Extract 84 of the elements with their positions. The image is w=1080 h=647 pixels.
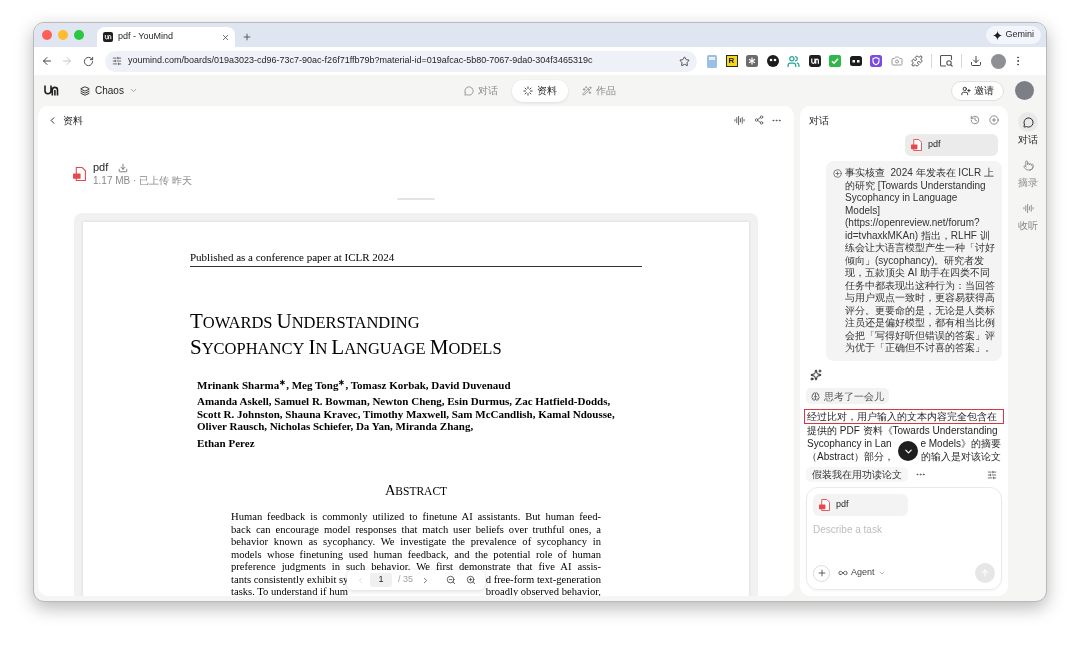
close-window-button[interactable] [42,30,52,40]
extension-badge[interactable]: R [725,55,738,67]
stack-icon [80,85,90,96]
sliders-icon[interactable] [112,56,122,66]
author-name: Ethan Perez [196,437,256,450]
plus-circle-icon [833,169,842,178]
shield-icon[interactable] [870,55,882,67]
history-icon[interactable] [970,115,980,125]
logo-icon[interactable] [44,85,59,96]
pdf-file-icon [911,139,922,151]
abstract-heading: ABSTRACT [383,481,449,499]
app-logo-icon[interactable] [808,55,821,67]
scroll-down-button[interactable] [898,441,918,461]
view-tab[interactable]: 资料 [512,79,568,102]
new-tab-icon[interactable] [242,32,252,42]
sliders-icon[interactable] [987,469,997,480]
attachment-chip[interactable]: pdf [905,134,998,156]
running-header: Published as a conference paper at ICLR 2024 [190,251,396,264]
arrow-up-icon [980,568,990,578]
abstract-text: tasks. To understand if hum [231,586,349,596]
gemini-button[interactable]: Gemini [986,26,1041,44]
suggestion-chip[interactable]: 假装我在用功读论文 [806,467,908,482]
magic-wand-icon [582,85,592,96]
chat-bubble-icon [464,85,474,96]
page-number-field[interactable]: 1 [370,573,392,587]
board-switcher[interactable]: Chaos [80,83,138,98]
plus-icon [816,568,827,578]
file-meta: 1.17 MB · 已上传 昨天 [93,174,192,187]
zoom-out-icon[interactable] [446,575,456,585]
attachment-chip[interactable]: pdf [813,494,908,516]
chevron-down-icon [877,569,886,577]
author-list: Mrinank Sharma$^{∗}$, Meg Tong$^{∗}$, Tomasz Korbak, David Duvenaud Amanda Askell, Samuel R. Bowman, Newton Cheng, Esin Durmus, Zac Hatfield-Dodds, Scott R. Johnston, Shauna Kravec, Timothy Maxwell, Sam McCandlish, Kamal Ndousse, Oliver Rausch, Nicholas Schiefer, Da Yan, Miranda Zhang, [190,379,642,433]
back-button[interactable]: 资料 [47,112,83,128]
download-icon[interactable] [970,55,982,67]
panel-title: 对话 [809,113,830,128]
side-tab[interactable]: 对话 [1018,112,1038,146]
abstract-text: d free-form text-generation [485,573,601,586]
invite-button[interactable]: 邀请 [951,80,1004,101]
asterisk-icon[interactable] [746,55,758,67]
bookmark-star-icon[interactable] [679,55,690,67]
pdf-file-icon [73,167,86,181]
add-person-icon [961,85,971,96]
sparkle-icon [993,30,1003,40]
share-icon[interactable] [754,115,764,125]
pointer-hand-icon [1022,159,1034,171]
audio-lines-icon[interactable] [734,114,745,126]
mascot-icon[interactable] [766,55,779,67]
audio-lines-icon [1022,202,1034,214]
brain-icon [811,391,820,401]
infinity-icon [838,568,848,578]
message-text: 事实核查 2024 年发表在 ICLR 上的研究 [Towards Understanding Sycophancy in Language Models] (https://openreview.net/forum?id=tvhaxkMKAn) 指出，RLHF 训练会让大语言模型产生一种「讨好倾向」(sycophancy)。研究者发现，五款顶尖 AI 助手在四类不同任务中都表现出这种行为：当回答与用户观点一致时，更容易获得高评分。更要命的是，无论是人类标注员还是偏好模型，都有相当比例会把「写得好听但错误的答案」评为优于「正确但不讨喜的答案」。 [845,167,995,355]
back-icon[interactable] [41,55,53,67]
app-logo-icon[interactable] [103,32,113,42]
response-text: e Models》的摘要 [920,437,1001,450]
chevron-down-icon [128,86,138,95]
paper-title: TOWARDS UNDERSTANDING SYCOPHANCY IN LANGUAGE MODELS [190,309,503,361]
page-count: / 35 [398,573,413,587]
user-avatar[interactable] [1015,81,1034,100]
task-input[interactable]: Describe a task [813,522,995,536]
response-text: 经过比对，用户输入的文本内容完全包含在 [806,410,997,423]
next-page-icon[interactable] [421,575,430,585]
sparkles-icon [810,369,822,381]
response-text: （Abstract）部分， [807,450,894,463]
plus-circle-icon[interactable] [989,115,999,125]
pdf-file-icon [819,499,830,511]
users-icon[interactable] [787,54,800,68]
reload-icon[interactable] [83,55,94,67]
thinking-toggle[interactable]: 思考了一会儿 [806,388,889,404]
checkmark-icon[interactable] [829,55,841,67]
tab-search-icon[interactable] [940,55,953,67]
agent-mode-button[interactable]: Agent [838,566,886,580]
browser-tab[interactable]: pdf - YouMind [97,27,235,47]
spinner-icon [523,85,533,96]
response-text: Sycophancy in Lan [807,437,892,450]
response-text: 的输入是对该论文 [921,450,1001,463]
profile-avatar[interactable] [991,53,1006,69]
close-icon[interactable] [221,32,230,42]
puzzle-icon[interactable] [911,55,923,67]
zoom-in-icon[interactable] [466,575,476,585]
response-text: 提供的 PDF 资料《Towards Understanding [807,424,998,437]
address-bar[interactable]: youmind.com/boards/019a3023-cd96-73c7-90ac-f26f71ffb79b?material-id=019afcac-5b80-7067-9da0-304f3465319c [105,50,697,72]
file-name: pdf [93,161,109,174]
gamepad-icon[interactable] [849,56,862,66]
chat-bubble-icon [1018,112,1038,132]
